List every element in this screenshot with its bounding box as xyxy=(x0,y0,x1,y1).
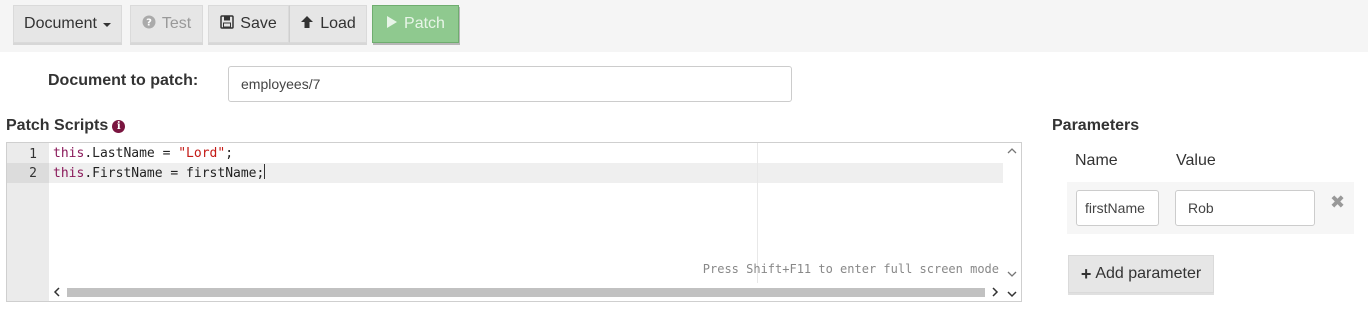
patch-button[interactable]: Patch xyxy=(372,5,459,43)
param-name-header: Name xyxy=(1075,152,1118,169)
param-value-header: Value xyxy=(1176,152,1216,169)
toolbar: Document ? Test Save Load Patch xyxy=(0,0,1368,52)
play-icon xyxy=(386,15,398,34)
code-text: .FirstName = firstName; xyxy=(84,166,265,181)
patch-scripts-title: Patch Scripts xyxy=(6,117,109,134)
document-label: Document xyxy=(24,15,97,32)
floppy-disk-icon xyxy=(220,14,235,34)
patch-label: Patch xyxy=(404,15,445,32)
add-parameter-button[interactable]: + Add parameter xyxy=(1068,255,1214,293)
line-number: 2 xyxy=(29,166,37,181)
fullscreen-hint: Press Shift+F11 to enter full screen mod… xyxy=(702,262,999,276)
scroll-left-icon[interactable] xyxy=(53,287,61,300)
code-keyword: this xyxy=(53,146,85,161)
load-button[interactable]: Load xyxy=(289,5,367,43)
vertical-scrollbar[interactable] xyxy=(1003,143,1021,283)
param-name-input[interactable]: firstName xyxy=(1076,190,1159,226)
add-parameter-label: Add parameter xyxy=(1095,265,1202,282)
save-label: Save xyxy=(240,15,277,32)
line-number: 1 xyxy=(29,147,37,162)
scroll-down-icon[interactable] xyxy=(1007,268,1017,281)
param-value-value: Rob xyxy=(1188,200,1214,216)
document-id-value: employees/7 xyxy=(241,76,321,92)
text-cursor xyxy=(264,164,266,179)
plus-icon: + xyxy=(1080,263,1092,284)
code-keyword: this xyxy=(53,166,85,181)
parameters-title: Parameters xyxy=(1052,117,1140,134)
svg-text:?: ? xyxy=(146,17,152,28)
caret-down-icon xyxy=(102,23,111,27)
parameter-row: firstName Rob ✖ xyxy=(1067,182,1354,234)
load-label: Load xyxy=(320,15,356,32)
save-button[interactable]: Save xyxy=(208,5,289,43)
scroll-up-icon[interactable] xyxy=(1007,145,1017,158)
code-line[interactable]: this.FirstName = firstName; xyxy=(53,164,266,184)
info-icon[interactable]: i xyxy=(112,120,126,133)
patch-script-editor[interactable]: 1 2 this.LastName = "Lord"; this.FirstNa… xyxy=(6,142,1022,302)
question-circle-icon: ? xyxy=(142,15,156,34)
code-text: ; xyxy=(225,146,234,161)
horizontal-scroll-thumb[interactable] xyxy=(67,288,985,297)
code-text: .LastName = xyxy=(84,146,179,161)
document-to-patch-label: Document to patch: xyxy=(48,72,199,89)
arrow-up-icon xyxy=(300,15,314,34)
document-id-input[interactable]: employees/7 xyxy=(228,66,792,102)
scroll-right-icon[interactable] xyxy=(991,287,999,300)
document-dropdown-button[interactable]: Document xyxy=(13,5,122,43)
chevron-down-icon[interactable] xyxy=(1007,288,1017,301)
param-name-value: firstName xyxy=(1085,200,1145,216)
code-line[interactable]: this.LastName = "Lord"; xyxy=(53,144,233,164)
test-button[interactable]: ? Test xyxy=(130,5,203,43)
patch-scripts-heading: Patch Scripts i xyxy=(6,117,126,135)
param-value-input[interactable]: Rob xyxy=(1175,190,1315,226)
horizontal-scrollbar[interactable] xyxy=(49,284,1021,301)
test-label: Test xyxy=(161,15,192,32)
remove-parameter-icon[interactable]: ✖ xyxy=(1330,192,1345,213)
code-string: "Lord" xyxy=(178,146,226,161)
